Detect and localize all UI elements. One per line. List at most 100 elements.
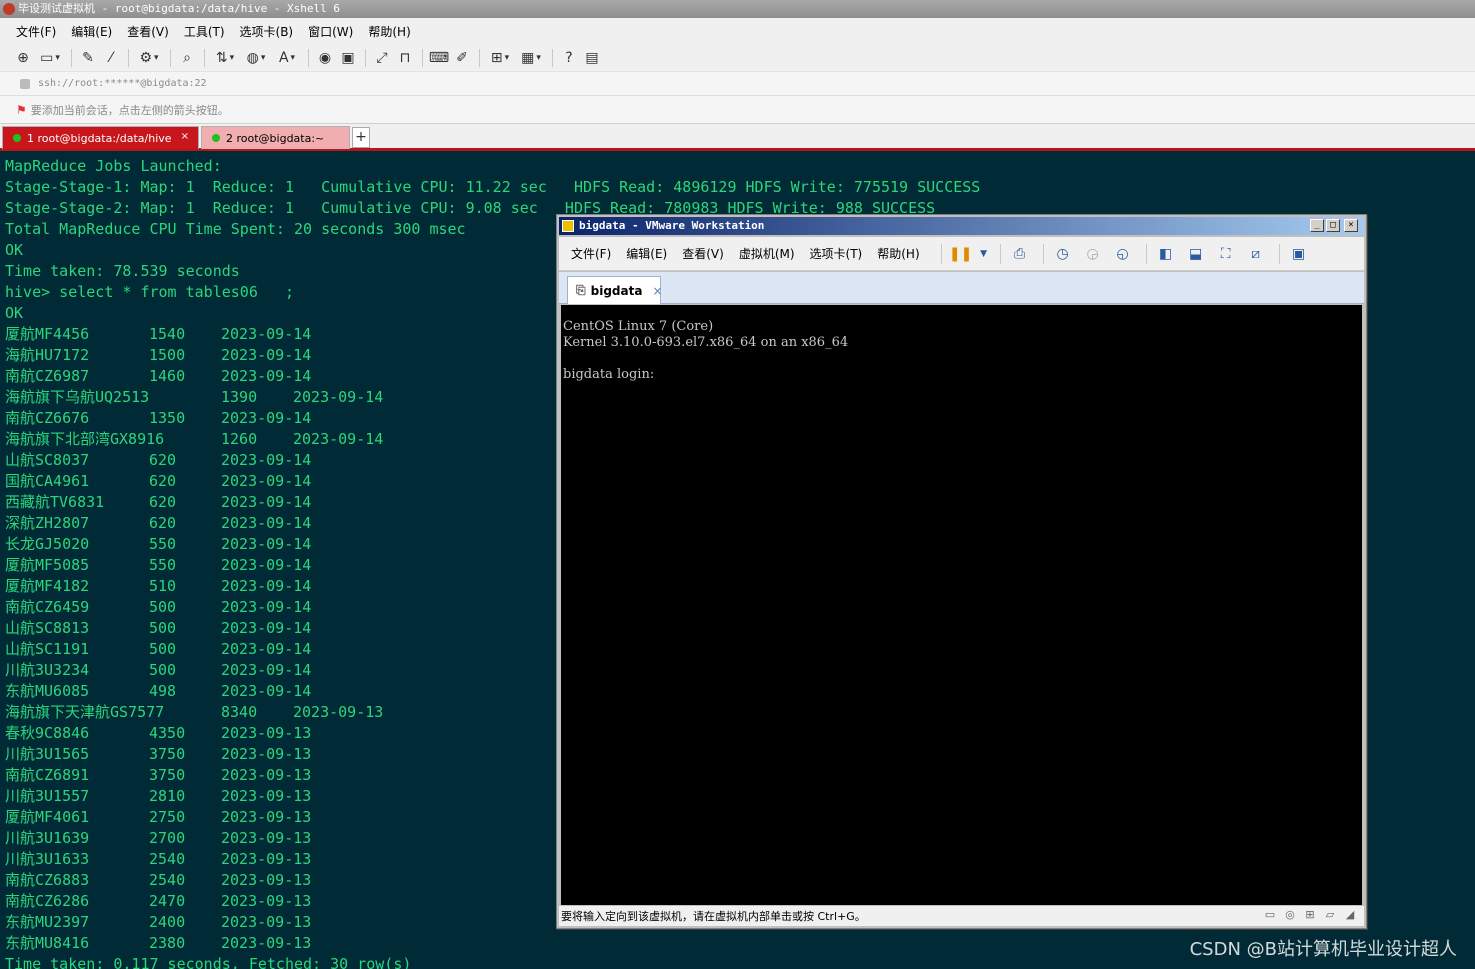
menu-help[interactable]: 帮助(H) bbox=[368, 23, 410, 40]
date-cell: 2023-09-14 bbox=[221, 577, 312, 595]
date-cell: 2023-09-14 bbox=[221, 640, 312, 658]
disconnect-icon[interactable]: ⁄ bbox=[100, 47, 122, 69]
pause-icon[interactable]: ❚❚ bbox=[948, 243, 974, 265]
transfer-icon[interactable]: ⇅ bbox=[210, 47, 240, 69]
flight-cell: 山航SC1191 bbox=[5, 640, 90, 658]
toolbar-divider bbox=[940, 243, 942, 264]
keyboard-icon[interactable]: ⌨ bbox=[428, 47, 450, 69]
chat-icon[interactable]: ▤ bbox=[581, 47, 603, 69]
xshell-title-bar[interactable]: 毕设测试虚拟机 - root@bigdata:/data/hive - Xshe… bbox=[0, 0, 1475, 18]
xshell-toolbar: ⊕ ▭ ✎ ⁄ ⚙ ⌕ ⇅ ◍ A ◉ ▣ ⤢ ⊓ ⌨ ✐ ⊞ ▦ ? ▤ bbox=[0, 44, 1475, 72]
snapshot-icon[interactable]: ◷ bbox=[1050, 243, 1076, 265]
address-lock-icon bbox=[20, 78, 30, 89]
layout-icon[interactable]: ▦ bbox=[516, 47, 546, 69]
price-cell: 620 bbox=[149, 451, 177, 469]
vm-tab-close-icon[interactable]: × bbox=[652, 284, 662, 298]
watermark: CSDN @B站计算机毕业设计超人 bbox=[1189, 939, 1457, 960]
tab-session-1[interactable]: 1 root@bigdata:/data/hive × bbox=[2, 126, 199, 149]
globe-icon[interactable]: ◍ bbox=[241, 47, 271, 69]
library-view-icon[interactable]: ◧ bbox=[1153, 243, 1179, 265]
tab-vm-bigdata[interactable]: ⎘ bigdata × bbox=[567, 276, 663, 304]
flight-cell: 厦航MF4456 bbox=[5, 325, 90, 343]
chevron-down-icon[interactable]: ▼ bbox=[978, 243, 990, 265]
add-tab-button[interactable]: + bbox=[352, 127, 370, 148]
terminal-line: hive> select * from tables06 ; bbox=[5, 283, 294, 301]
minimize-icon[interactable]: _ bbox=[1310, 219, 1324, 232]
send-ctrl-alt-del-icon[interactable]: ⎙ bbox=[1007, 243, 1033, 265]
hard-disk-icon[interactable]: ▭ bbox=[1262, 908, 1278, 924]
vm-menu-file[interactable]: 文件(F) bbox=[571, 245, 611, 262]
price-cell: 1350 bbox=[149, 409, 186, 427]
xshell-app-icon bbox=[3, 3, 15, 15]
connected-status-icon bbox=[13, 134, 21, 142]
date-cell: 2023-09-14 bbox=[221, 535, 312, 553]
revert-snapshot-icon[interactable]: ◶ bbox=[1080, 243, 1106, 265]
price-cell: 3750 bbox=[149, 766, 186, 784]
menu-edit[interactable]: 编辑(E) bbox=[71, 23, 112, 40]
flight-cell: 国航CA4961 bbox=[5, 472, 90, 490]
compose-icon[interactable]: ✐ bbox=[451, 47, 473, 69]
toolbar-divider bbox=[204, 48, 205, 67]
network-icon[interactable]: ⊞ bbox=[1302, 908, 1318, 924]
console-view-icon[interactable]: ▣ bbox=[1286, 243, 1312, 265]
price-cell: 620 bbox=[149, 493, 177, 511]
vm-menu-tabs[interactable]: 选项卡(T) bbox=[810, 245, 863, 262]
toolbar-divider bbox=[1145, 243, 1147, 264]
flight-cell: 长龙GJ5020 bbox=[5, 535, 90, 553]
vmware-tab-strip: ⎘ bigdata × bbox=[559, 272, 1364, 304]
vmware-title-bar[interactable]: bigdata - VMware Workstation _ □ × bbox=[559, 217, 1364, 235]
vm-menu-view[interactable]: 查看(V) bbox=[682, 245, 724, 262]
session-bar: ⚑ 要添加当前会话，点击左侧的箭头按钮。 bbox=[0, 96, 1475, 124]
vm-menu-help[interactable]: 帮助(H) bbox=[877, 245, 919, 262]
add-tab-icon[interactable]: ⊞ bbox=[485, 47, 515, 69]
flight-cell: 东航MU8416 bbox=[5, 934, 90, 952]
flight-cell: 海航旗下天津航GS7577 bbox=[5, 703, 165, 721]
date-cell: 2023-09-13 bbox=[221, 829, 312, 847]
lock-icon[interactable]: ⊓ bbox=[394, 47, 416, 69]
fullscreen-icon[interactable]: ⛶ bbox=[1213, 243, 1239, 265]
menu-view[interactable]: 查看(V) bbox=[127, 23, 169, 40]
properties-icon[interactable]: ⚙ bbox=[134, 47, 164, 69]
flight-cell: 川航3U1633 bbox=[5, 850, 90, 868]
flight-cell: 东航MU2397 bbox=[5, 913, 90, 931]
toolbar-divider bbox=[552, 48, 553, 67]
price-cell: 8340 bbox=[221, 703, 258, 721]
date-cell: 2023-09-13 bbox=[221, 892, 312, 910]
search-icon[interactable]: ⌕ bbox=[176, 47, 198, 69]
reconnect-icon[interactable]: ✎ bbox=[77, 47, 99, 69]
cd-rom-icon[interactable]: ◎ bbox=[1282, 908, 1298, 924]
menu-tools[interactable]: 工具(T) bbox=[184, 23, 225, 40]
xmanager-icon[interactable]: ▣ bbox=[337, 47, 359, 69]
open-folder-icon[interactable]: ▭ bbox=[35, 47, 65, 69]
vm-menu-edit[interactable]: 编辑(E) bbox=[626, 245, 667, 262]
session-add-arrow-icon[interactable]: ⚑ bbox=[16, 103, 27, 117]
toolbar-divider bbox=[71, 48, 72, 67]
vm-menu-vm[interactable]: 虚拟机(M) bbox=[739, 245, 795, 262]
close-icon[interactable]: × bbox=[1344, 219, 1358, 232]
new-session-icon[interactable]: ⊕ bbox=[12, 47, 34, 69]
font-icon[interactable]: A bbox=[272, 47, 302, 69]
message-icon[interactable]: ▱ bbox=[1322, 908, 1338, 924]
price-cell: 1390 bbox=[221, 388, 258, 406]
session-hint: 要添加当前会话，点击左侧的箭头按钮。 bbox=[30, 103, 229, 117]
tab-close-icon[interactable]: × bbox=[181, 131, 189, 142]
help-icon[interactable]: ? bbox=[558, 47, 580, 69]
tab-session-2[interactable]: 2 root@bigdata:~ bbox=[201, 126, 350, 149]
flight-cell: 南航CZ6891 bbox=[5, 766, 90, 784]
unity-icon[interactable]: ⧄ bbox=[1243, 243, 1269, 265]
xftp-icon[interactable]: ◉ bbox=[314, 47, 336, 69]
date-cell: 2023-09-13 bbox=[221, 787, 312, 805]
snapshot-manager-icon[interactable]: ◵ bbox=[1110, 243, 1136, 265]
price-cell: 3750 bbox=[149, 745, 186, 763]
menu-window[interactable]: 窗口(W) bbox=[308, 23, 353, 40]
date-cell: 2023-09-13 bbox=[293, 703, 384, 721]
thumbnail-view-icon[interactable]: ⬓ bbox=[1183, 243, 1209, 265]
maximize-icon[interactable]: □ bbox=[1326, 219, 1340, 232]
vm-console[interactable]: CentOS Linux 7 (Core) Kernel 3.10.0-693.e… bbox=[561, 305, 1362, 905]
fullscreen-icon[interactable]: ⤢ bbox=[371, 47, 393, 69]
menu-file[interactable]: 文件(F) bbox=[16, 23, 56, 40]
menu-tabs[interactable]: 选项卡(B) bbox=[240, 23, 294, 40]
vm-tab-label: bigdata bbox=[590, 283, 643, 298]
address-bar[interactable]: ssh://root:******@bigdata:22 bbox=[0, 72, 1475, 96]
terminal-line: OK bbox=[5, 241, 24, 259]
